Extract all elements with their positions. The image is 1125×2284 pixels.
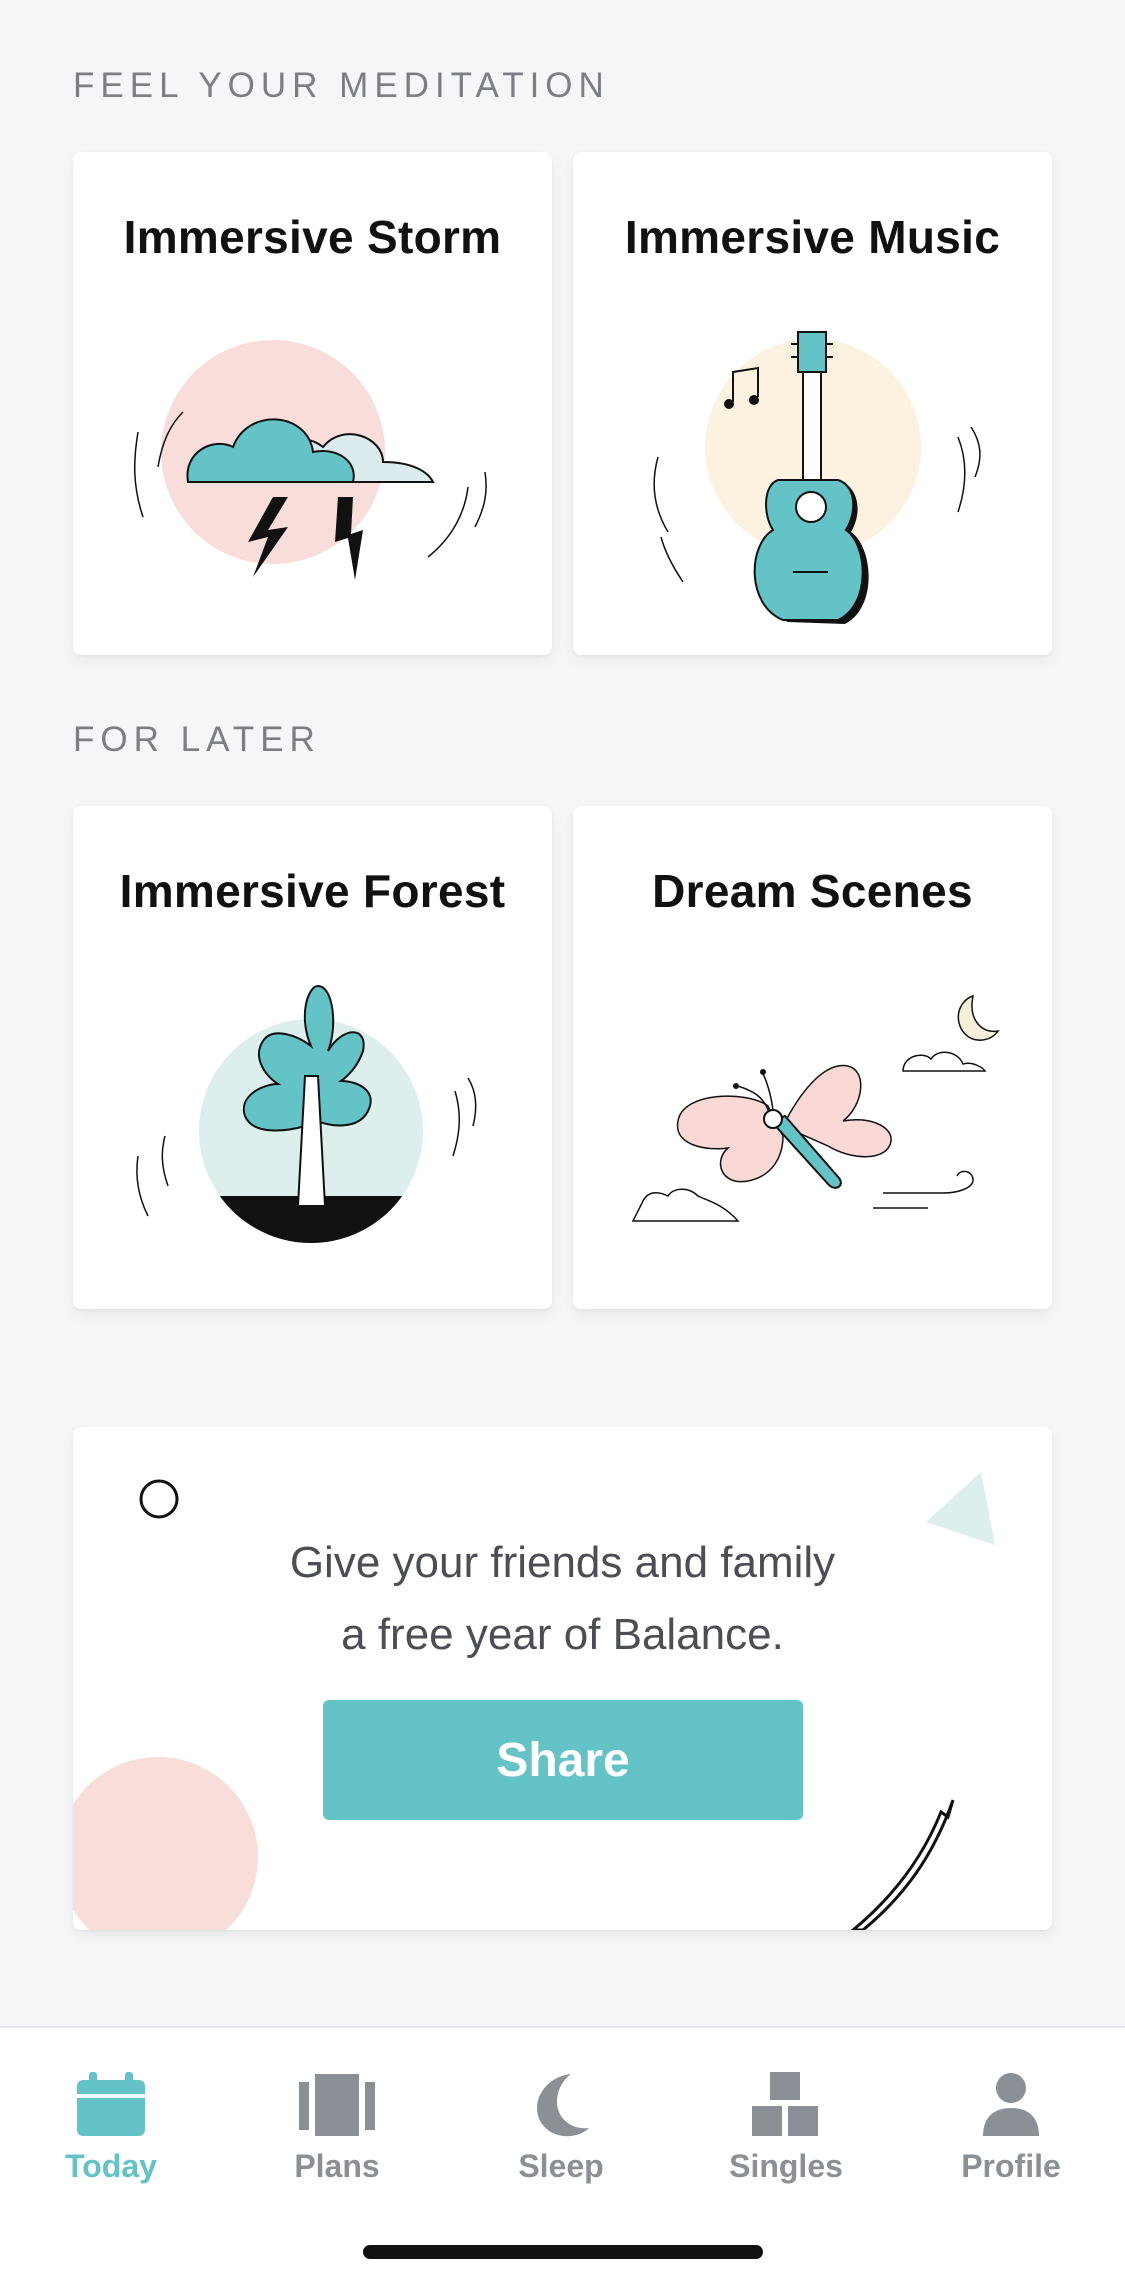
tab-sleep[interactable]: Sleep [481,2070,641,2210]
promo-decoration [73,1472,995,1930]
moon-icon [537,2074,589,2137]
tile-title: Immersive Forest [119,865,506,917]
storm-cloud-illustration [133,340,487,580]
tab-plans[interactable]: Plans [257,2070,417,2210]
home-indicator[interactable] [363,2245,763,2259]
share-button[interactable]: Share [323,1700,803,1820]
tab-label: Singles [729,2148,843,2184]
promo-line-2: a free year of Balance. [341,1610,784,1659]
tile-immersive-music[interactable]: Immersive Music [573,152,1052,655]
tile-title: Dream Scenes [652,865,973,917]
tab-label: Profile [961,2148,1061,2184]
calendar-icon [77,2072,145,2136]
butterfly-illustration [631,994,1000,1222]
tab-singles[interactable]: Singles [706,2070,866,2210]
tab-label: Today [65,2148,157,2184]
tile-title: Immersive Storm [123,211,502,263]
tile-title: Immersive Music [624,211,1001,263]
tab-profile[interactable]: Profile [931,2070,1091,2210]
section-label-later: FOR LATER [73,720,321,759]
tile-dream-scenes[interactable]: Dream Scenes [573,806,1052,1309]
plans-icon [299,2074,375,2136]
section-label-feel: FEEL YOUR MEDITATION [73,66,610,105]
invite-promo-card: Give your friends and family a free year… [73,1427,1052,1930]
tab-today[interactable]: Today [31,2070,191,2210]
guitar-illustration [653,331,981,624]
person-icon [983,2073,1039,2136]
tile-immersive-storm[interactable]: Immersive Storm [73,152,552,655]
tab-label: Plans [294,2148,380,2184]
promo-line-1: Give your friends and family [289,1538,836,1587]
tab-label: Sleep [518,2148,604,2184]
promo-message: Give your friends and family a free year… [73,1527,1052,1671]
tile-immersive-forest[interactable]: Immersive Forest [73,806,552,1309]
tree-illustration [136,984,477,1243]
blocks-icon [752,2072,818,2136]
